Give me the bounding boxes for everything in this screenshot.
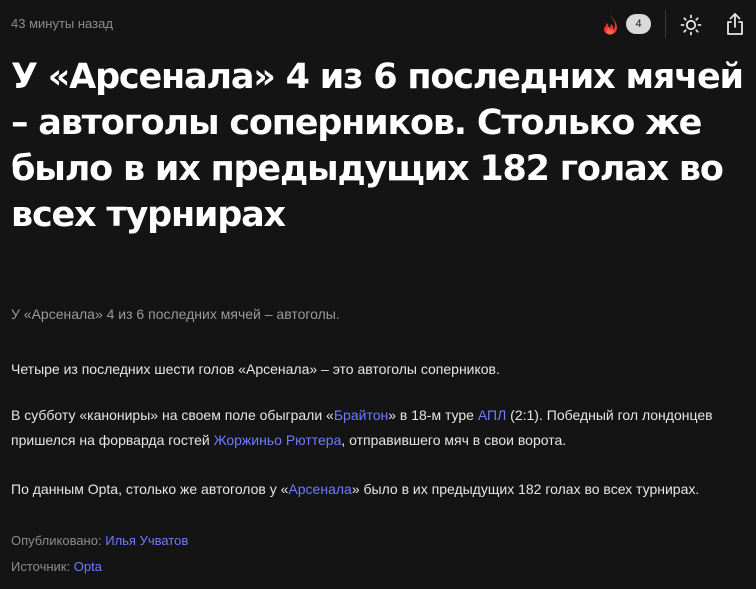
timestamp: 43 минуты назад (11, 16, 113, 31)
link-apl[interactable]: АПЛ (478, 407, 506, 423)
paragraph-text: » в 18-м туре (388, 407, 478, 423)
article-paragraph: В субботу «канониры» на своем поле обыгр… (11, 403, 751, 453)
reaction-counter[interactable]: 4 (600, 12, 651, 36)
reaction-count-badge: 4 (626, 14, 651, 34)
published-label: Опубликовано: (11, 533, 102, 548)
link-arsenal[interactable]: Арсенала (288, 481, 351, 497)
sun-icon[interactable] (680, 14, 702, 36)
article-header: 43 минуты назад 4 (0, 0, 756, 48)
link-player[interactable]: Жоржиньо Рюттера (214, 432, 342, 448)
source-link[interactable]: Opta (74, 559, 102, 574)
published-by: Опубликовано: Илья Учватов (11, 532, 188, 550)
author-link[interactable]: Илья Учватов (105, 533, 188, 548)
article-title: У «Арсенала» 4 из 6 последних мячей – ав… (11, 57, 744, 235)
paragraph-text: » было в их предыдущих 182 голах во всех… (351, 481, 700, 497)
article-paragraph: Четыре из последних шести голов «Арсенал… (11, 361, 500, 377)
fire-icon[interactable] (600, 13, 620, 35)
paragraph-text: По данным Opta, столько же автоголов у « (11, 481, 289, 497)
paragraph-text: , отправившего мяч в свои ворота. (341, 432, 567, 448)
source-line: Источник: Opta (11, 558, 102, 576)
article-paragraph: По данным Opta, столько же автоголов у «… (11, 477, 751, 502)
share-icon[interactable] (724, 12, 746, 36)
header-divider (665, 10, 666, 38)
paragraph-text: В субботу «канониры» на своем поле обыгр… (11, 407, 334, 423)
source-label: Источник: (11, 559, 71, 574)
article-lead: У «Арсенала» 4 из 6 последних мячей – ав… (11, 306, 340, 322)
link-brighton[interactable]: Брайтон (334, 407, 388, 423)
